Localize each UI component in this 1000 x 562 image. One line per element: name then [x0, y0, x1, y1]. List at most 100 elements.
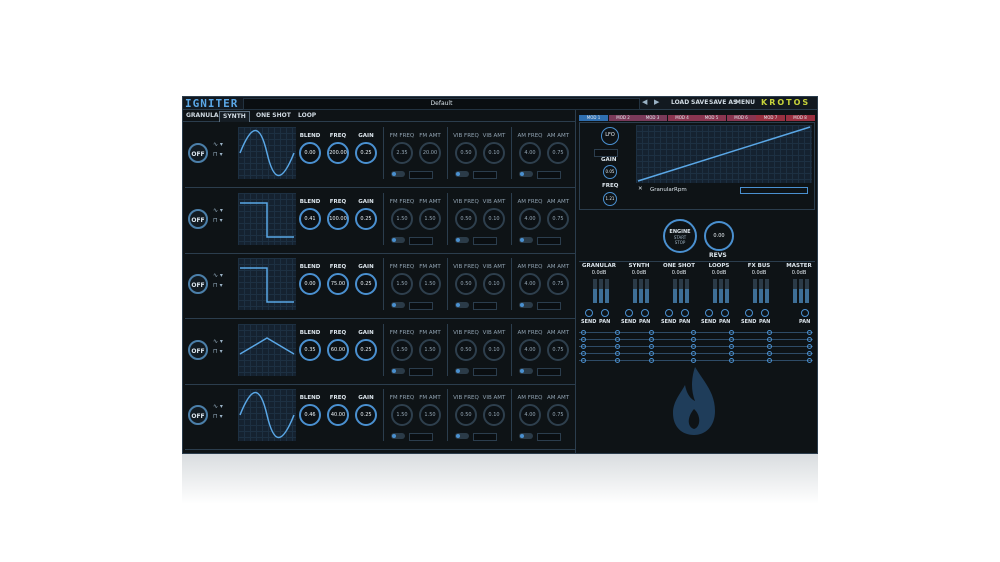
load-button[interactable]: LOAD: [671, 99, 689, 106]
matrix-node[interactable]: [649, 344, 654, 349]
vib-amt-knob[interactable]: 0.10: [483, 404, 505, 426]
row-off-button[interactable]: OFF: [188, 339, 208, 360]
freq-knob[interactable]: 1.21: [603, 192, 617, 206]
vib-freq-knob[interactable]: 0.50: [455, 142, 477, 164]
matrix-node[interactable]: [729, 344, 734, 349]
matrix-node[interactable]: [615, 351, 620, 356]
mod-tab-5[interactable]: MOD 5: [697, 115, 726, 121]
menu-button[interactable]: MENU: [735, 99, 755, 106]
gain-knob[interactable]: 0.05: [603, 165, 617, 179]
save-button[interactable]: SAVE: [691, 99, 708, 106]
matrix-node[interactable]: [649, 330, 654, 335]
fm-freq-knob[interactable]: 1.50: [391, 404, 413, 426]
blend-knob[interactable]: 0.00: [299, 142, 321, 164]
mixer-fader[interactable]: [685, 279, 689, 303]
group-enable-toggle[interactable]: [455, 302, 469, 308]
group-shape-select[interactable]: [409, 367, 433, 376]
wave-a-select[interactable]: ∿ ▾: [213, 272, 235, 280]
gain-knob[interactable]: 0.25: [355, 404, 377, 426]
group-enable-toggle[interactable]: [519, 236, 533, 243]
matrix-node[interactable]: [807, 330, 812, 335]
fm-freq-knob[interactable]: 1.50: [391, 338, 413, 361]
pan-knob[interactable]: [801, 309, 809, 317]
matrix-node[interactable]: [767, 358, 772, 363]
next-preset-button[interactable]: ▶: [654, 98, 659, 106]
vib-freq-knob[interactable]: 0.50: [455, 207, 477, 230]
mod-tab-4[interactable]: MOD 4: [667, 115, 697, 121]
matrix-node[interactable]: [581, 358, 586, 363]
matrix-node[interactable]: [767, 351, 772, 356]
tab-loop[interactable]: LOOP: [295, 111, 319, 121]
vib-freq-knob[interactable]: 0.50: [455, 338, 477, 361]
mixer-fader[interactable]: [765, 279, 769, 303]
mixer-fader[interactable]: [605, 279, 609, 303]
am-freq-knob[interactable]: 4.00: [519, 338, 541, 361]
group-shape-select[interactable]: [409, 171, 433, 179]
group-enable-toggle[interactable]: [391, 433, 405, 439]
matrix-node[interactable]: [649, 358, 654, 363]
pan-knob[interactable]: [641, 309, 649, 317]
matrix-node[interactable]: [615, 358, 620, 363]
fm-freq-knob[interactable]: 1.50: [391, 273, 413, 295]
group-enable-toggle[interactable]: [391, 171, 405, 177]
group-shape-select[interactable]: [409, 236, 433, 245]
vib-amt-knob[interactable]: 0.10: [483, 338, 505, 361]
group-shape-select[interactable]: [409, 433, 433, 441]
freq-knob[interactable]: 60.00: [327, 338, 349, 361]
pan-knob[interactable]: [761, 309, 769, 317]
pan-knob[interactable]: [721, 309, 729, 317]
send-knob[interactable]: [665, 309, 673, 317]
freq-knob[interactable]: 200.00: [327, 142, 349, 164]
fm-freq-knob[interactable]: 2.35: [391, 142, 413, 164]
am-amt-knob[interactable]: 0.75: [547, 273, 569, 295]
group-shape-select[interactable]: [537, 367, 561, 376]
group-shape-select[interactable]: [537, 433, 561, 441]
wave-b-select[interactable]: ⊓ ▾: [213, 151, 235, 159]
group-shape-select[interactable]: [473, 302, 497, 310]
gain-knob[interactable]: 0.25: [355, 338, 377, 361]
group-enable-toggle[interactable]: [519, 367, 533, 374]
prev-preset-button[interactable]: ◀: [642, 98, 647, 106]
engine-button[interactable]: ENGINE START STOP: [663, 219, 697, 253]
revs-knob[interactable]: 0.00: [704, 221, 734, 251]
group-shape-select[interactable]: [473, 367, 497, 376]
group-shape-select[interactable]: [473, 236, 497, 245]
lfo-button[interactable]: LFO: [601, 127, 619, 145]
blend-knob[interactable]: 0.35: [299, 338, 321, 361]
wave-a-select[interactable]: ∿ ▾: [213, 403, 235, 411]
pan-knob[interactable]: [681, 309, 689, 317]
blend-knob[interactable]: 0.46: [299, 404, 321, 426]
row-off-button[interactable]: OFF: [188, 208, 208, 229]
group-enable-toggle[interactable]: [391, 302, 405, 308]
send-knob[interactable]: [705, 309, 713, 317]
routing-matrix[interactable]: [579, 330, 815, 364]
mod-tab-1[interactable]: MOD 1: [579, 115, 608, 121]
fm-amt-knob[interactable]: 1.50: [419, 207, 441, 230]
am-freq-knob[interactable]: 4.00: [519, 207, 541, 230]
am-amt-knob[interactable]: 0.75: [547, 338, 569, 361]
freq-knob[interactable]: 75.00: [327, 273, 349, 295]
gain-knob[interactable]: 0.25: [355, 207, 377, 230]
mod-tab-3[interactable]: MOD 3: [638, 115, 667, 121]
matrix-node[interactable]: [649, 351, 654, 356]
mixer-fader[interactable]: [645, 279, 649, 303]
group-shape-select[interactable]: [537, 171, 561, 179]
group-shape-select[interactable]: [537, 302, 561, 310]
matrix-node[interactable]: [691, 330, 696, 335]
group-enable-toggle[interactable]: [455, 433, 469, 439]
matrix-node[interactable]: [581, 337, 586, 342]
matrix-node[interactable]: [729, 358, 734, 363]
wave-b-select[interactable]: ⊓ ▾: [213, 413, 235, 421]
matrix-node[interactable]: [581, 330, 586, 335]
gain-knob[interactable]: 0.25: [355, 273, 377, 295]
group-shape-select[interactable]: [537, 236, 561, 245]
wave-a-select[interactable]: ∿ ▾: [213, 141, 235, 149]
group-enable-toggle[interactable]: [519, 433, 533, 439]
mod-tab-7[interactable]: MOD 7: [756, 115, 785, 121]
group-shape-select[interactable]: [473, 171, 497, 179]
matrix-node[interactable]: [729, 330, 734, 335]
vib-freq-knob[interactable]: 0.50: [455, 273, 477, 295]
gain-knob[interactable]: 0.25: [355, 142, 377, 164]
group-enable-toggle[interactable]: [455, 236, 469, 243]
matrix-node[interactable]: [807, 351, 812, 356]
